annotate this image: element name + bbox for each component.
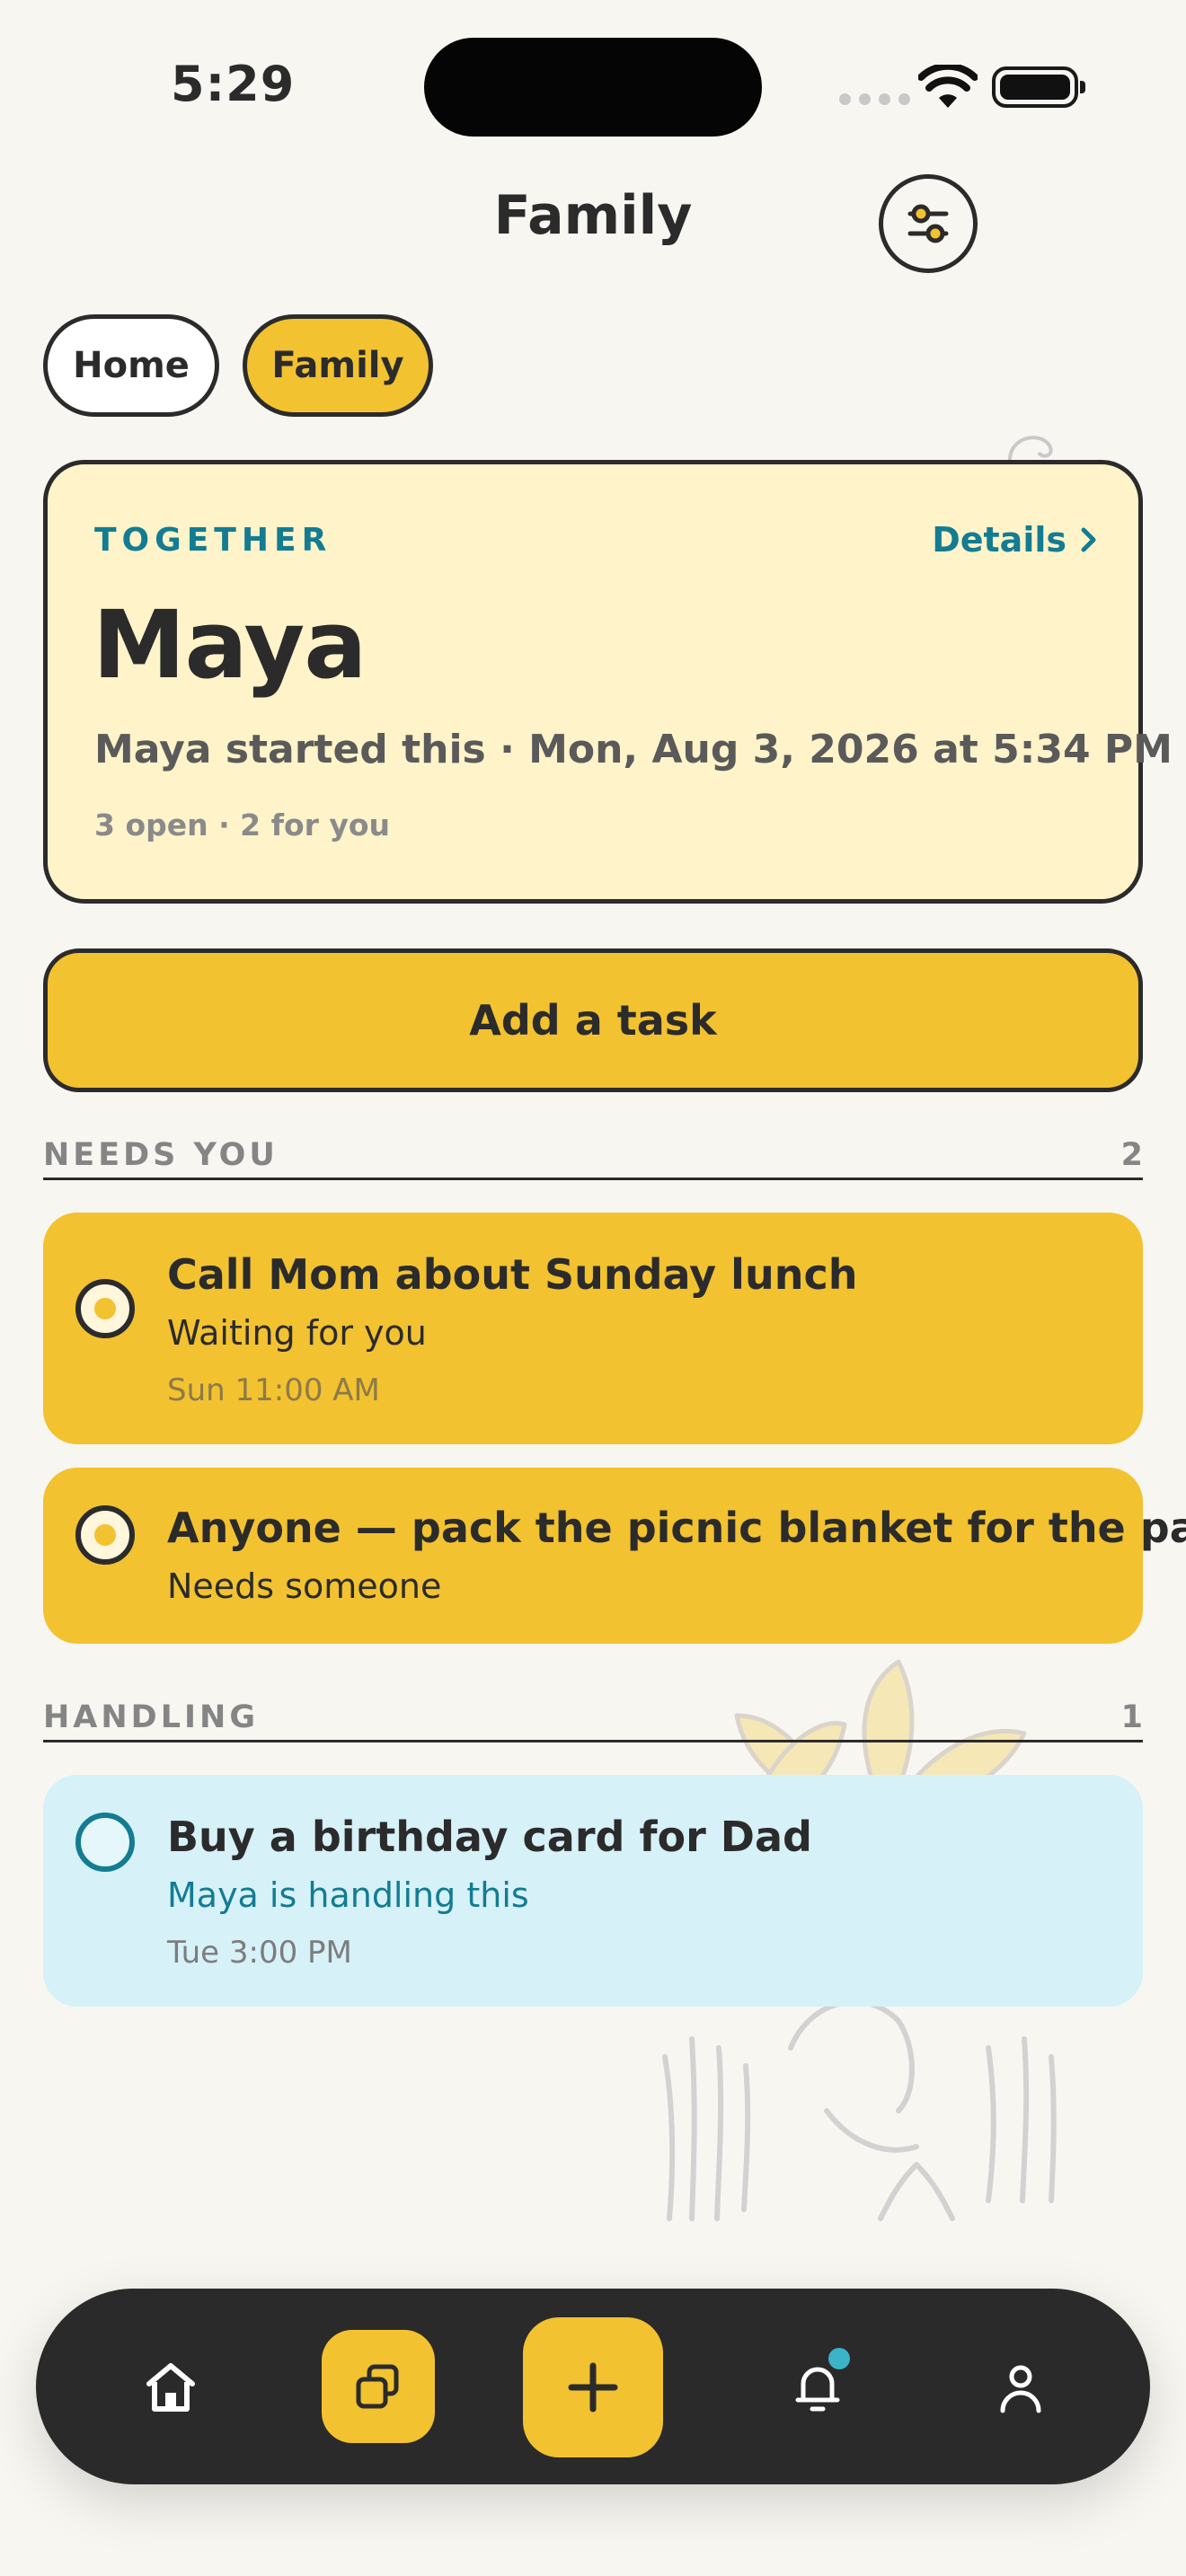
section-header-handling: HANDLING 1 <box>43 1696 1143 1742</box>
tab-family[interactable]: Family <box>243 314 433 417</box>
status-time: 5:29 <box>171 56 296 112</box>
task-radio[interactable] <box>75 1279 135 1338</box>
task-card[interactable]: Call Mom about Sunday lunch Waiting for … <box>43 1213 1143 1444</box>
details-link[interactable]: Details <box>932 520 1099 560</box>
task-status: Needs someone <box>167 1566 442 1606</box>
details-label: Details <box>932 520 1067 560</box>
nav-notifications[interactable] <box>773 2342 863 2432</box>
nav-add-button[interactable] <box>523 2317 663 2457</box>
task-time: Tue 3:00 PM <box>167 1935 352 1971</box>
bottom-navigation <box>36 2289 1150 2484</box>
task-status: Maya is handling this <box>167 1875 529 1915</box>
plus-icon <box>568 2362 618 2413</box>
section-count: 1 <box>1120 1699 1143 1735</box>
chevron-right-icon <box>1081 527 1096 552</box>
filter-button[interactable] <box>879 174 978 273</box>
sliders-icon <box>907 204 949 243</box>
group-meta: Maya started this · Mon, Aug 3, 2026 at … <box>94 727 1173 772</box>
notification-badge <box>828 2348 850 2369</box>
cellular-signal-icon <box>839 93 910 105</box>
battery-icon <box>992 66 1085 108</box>
dynamic-island <box>424 38 762 137</box>
task-title: Call Mom about Sunday lunch <box>167 1250 858 1299</box>
task-title: Anyone — pack the picnic blanket for the… <box>167 1504 1186 1552</box>
task-title: Buy a birthday card for Dad <box>167 1813 812 1861</box>
section-label: HANDLING <box>43 1699 260 1735</box>
task-radio[interactable] <box>75 1813 135 1872</box>
task-card[interactable]: Buy a birthday card for Dad Maya is hand… <box>43 1775 1143 2007</box>
add-task-button[interactable]: Add a task <box>43 948 1143 1092</box>
group-name: Maya <box>93 590 367 700</box>
group-counts: 3 open · 2 for you <box>94 807 391 842</box>
nav-groups[interactable] <box>322 2330 435 2443</box>
section-label: NEEDS YOU <box>43 1137 279 1173</box>
nav-home[interactable] <box>126 2342 216 2432</box>
wifi-icon <box>918 65 978 108</box>
tab-home[interactable]: Home <box>43 314 219 417</box>
task-card[interactable]: Anyone — pack the picnic blanket for the… <box>43 1468 1186 1644</box>
section-header-needs-you: NEEDS YOU 2 <box>43 1134 1143 1180</box>
profile-icon <box>1000 2365 1041 2413</box>
group-eyebrow: TOGETHER <box>94 522 332 559</box>
status-bar: 5:29 <box>0 0 1186 171</box>
groups-icon <box>356 2364 399 2409</box>
task-radio[interactable] <box>75 1505 135 1565</box>
nav-profile[interactable] <box>976 2342 1066 2432</box>
section-count: 2 <box>1120 1137 1143 1173</box>
page-title: Family <box>493 184 693 247</box>
swirl-decoration-icon <box>1008 436 1053 461</box>
home-icon <box>146 2363 195 2412</box>
task-time: Sun 11:00 AM <box>167 1372 380 1408</box>
task-status: Waiting for you <box>167 1313 427 1353</box>
group-summary-card: TOGETHER Details Maya Maya started this … <box>43 460 1173 904</box>
